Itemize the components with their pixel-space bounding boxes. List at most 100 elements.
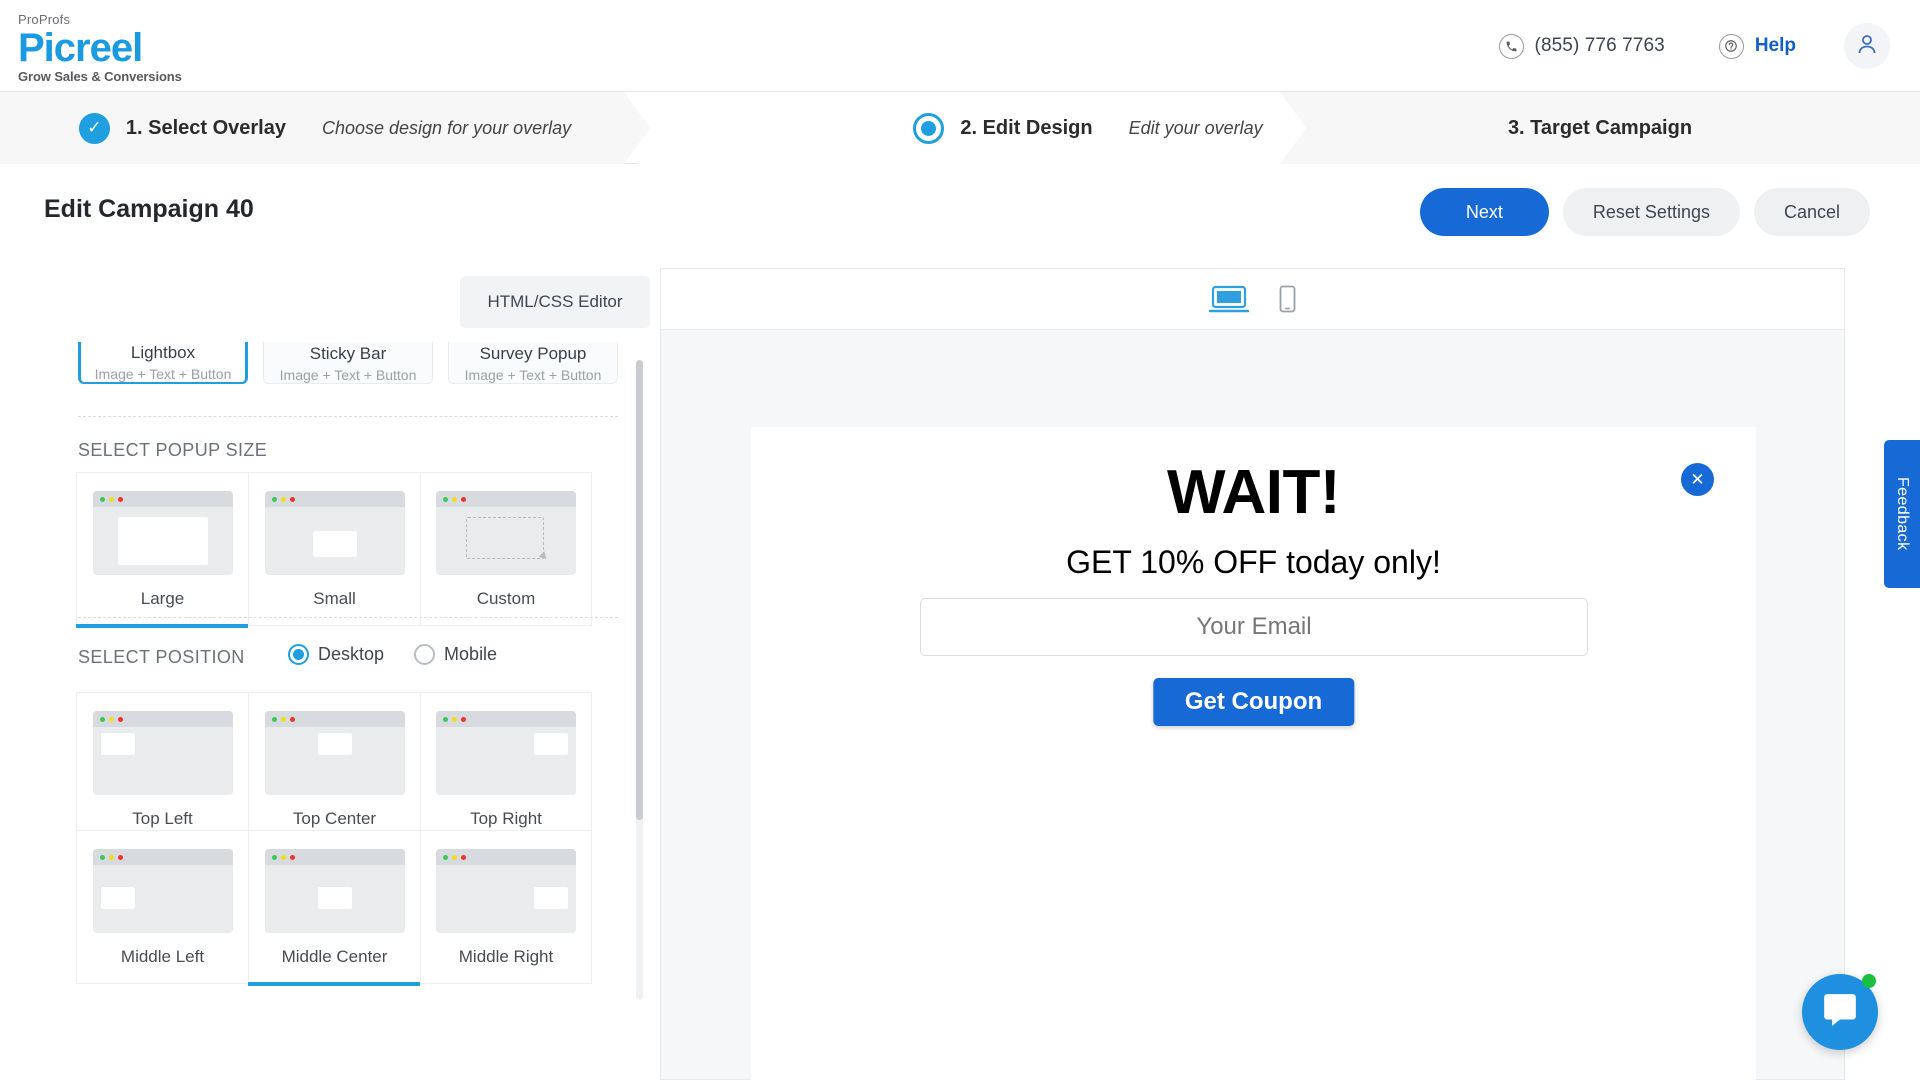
overlay-type-sticky-bar[interactable]: Sticky Bar Image + Text + Button — [263, 342, 433, 384]
help-link[interactable]: Help — [1718, 33, 1796, 59]
window-dot-green — [99, 496, 105, 502]
step-2-label: 2. Edit Design — [960, 116, 1093, 139]
step-1-description: Choose design for your overlay — [321, 117, 572, 138]
help-link-label: Help — [1754, 35, 1796, 56]
window-dot-yellow — [108, 854, 114, 860]
overlay-type-lightbox-subtitle: Image + Text + Button — [94, 366, 232, 382]
browser-chrome-bar — [436, 491, 576, 507]
popup-preview-shape — [100, 733, 135, 755]
position-middle-left[interactable]: Middle Left — [76, 830, 248, 984]
html-css-editor-button[interactable]: HTML/CSS Editor — [460, 276, 650, 328]
scrollbar-thumb[interactable] — [636, 360, 643, 820]
logo-picreel-text: Picreel — [18, 26, 143, 70]
window-dot-yellow — [280, 854, 286, 860]
mobile-view-icon[interactable] — [1279, 285, 1296, 313]
cancel-button[interactable]: Cancel — [1753, 188, 1870, 236]
position-middle-center-label: Middle Center — [281, 947, 388, 966]
overlay-type-cards: Lightbox Image + Text + Button Sticky Ba… — [78, 342, 618, 384]
step-3-label: 3. Target Campaign — [1507, 116, 1693, 139]
position-top-center[interactable]: Top Center — [248, 692, 420, 846]
window-dot-yellow — [452, 496, 457, 502]
overlay-type-sticky-bar-subtitle: Image + Text + Button — [279, 366, 417, 383]
user-avatar-icon — [1855, 32, 1879, 61]
position-middle-right[interactable]: Middle Right — [420, 830, 592, 984]
browser-chrome-bar — [436, 711, 576, 727]
position-top-right[interactable]: Top Right — [420, 692, 592, 846]
position-top-center-label: Top Center — [292, 809, 377, 828]
popup-subheadline[interactable]: GET 10% OFF today only! — [751, 544, 1756, 581]
popup-preview-shape — [117, 517, 208, 565]
popup-size-heading: SELECT POPUP SIZE — [78, 440, 268, 460]
picreel-logo[interactable]: ProProfs Picreel Grow Sales & Conversion… — [18, 12, 182, 85]
position-top-left-thumbnail — [92, 711, 233, 795]
popup-cta-button[interactable]: Get Coupon — [1152, 678, 1355, 726]
step-1-label: 1. Select Overlay — [125, 116, 286, 139]
page-title: Edit Campaign 40 — [44, 195, 254, 223]
window-dot-green — [443, 716, 448, 722]
window-dot-red — [117, 854, 123, 860]
position-middle-right-label: Middle Right — [458, 947, 554, 966]
radio-selected-icon — [288, 644, 309, 665]
position-options-row-2: Middle Left Middle Center Middle Right — [76, 830, 592, 986]
popup-size-custom-label: Custom — [476, 589, 536, 608]
logo-proprofs-text: ProProfs — [18, 12, 71, 27]
browser-chrome-bar — [436, 849, 576, 865]
window-dot-green — [271, 716, 277, 722]
stepper-step-3[interactable]: 3. Target Campaign — [1280, 92, 1920, 164]
overlay-type-survey-popup[interactable]: Survey Popup Image + Text + Button — [448, 342, 618, 384]
window-dot-yellow — [452, 854, 457, 860]
popup-size-large-label: Large — [140, 589, 185, 608]
window-dot-red — [117, 716, 123, 722]
popup-size-small[interactable]: Small — [248, 472, 420, 626]
position-top-right-label: Top Right — [470, 809, 542, 828]
device-option-desktop-label: Desktop — [318, 644, 385, 664]
divider-1 — [78, 416, 618, 417]
reset-settings-button[interactable]: Reset Settings — [1562, 188, 1740, 236]
device-radio-group: Desktop Mobile — [288, 644, 497, 665]
browser-chrome-bar — [264, 849, 405, 865]
position-top-left[interactable]: Top Left — [76, 692, 248, 846]
window-dot-green — [99, 854, 105, 860]
device-option-mobile[interactable]: Mobile — [414, 644, 497, 665]
chat-bubble-icon — [1821, 991, 1859, 1034]
popup-size-custom-thumbnail — [436, 491, 576, 575]
popup-email-input[interactable]: Your Email — [920, 598, 1588, 656]
support-phone[interactable]: (855) 776 7763 — [1498, 33, 1665, 59]
position-top-center-thumbnail — [264, 711, 405, 795]
position-middle-center[interactable]: Middle Center — [248, 830, 420, 986]
page-action-buttons: Next Reset Settings Cancel — [1419, 188, 1870, 236]
overlay-type-lightbox-title: Lightbox — [130, 343, 196, 362]
user-avatar-button[interactable] — [1844, 23, 1890, 69]
window-dot-green — [443, 854, 448, 860]
device-option-desktop[interactable]: Desktop — [288, 644, 384, 665]
settings-scroll-area[interactable]: Lightbox Image + Text + Button Sticky Ba… — [0, 342, 660, 1080]
popup-size-small-label: Small — [313, 589, 356, 608]
position-middle-left-thumbnail — [92, 849, 233, 933]
radio-filled-icon — [913, 113, 944, 144]
html-css-editor-label: HTML/CSS Editor — [487, 292, 623, 311]
browser-chrome-bar — [264, 491, 405, 507]
settings-panel-scrollbar[interactable] — [636, 360, 643, 1000]
overlay-type-lightbox[interactable]: Lightbox Image + Text + Button — [78, 342, 248, 384]
desktop-view-icon[interactable] — [1209, 284, 1249, 314]
position-middle-right-thumbnail — [436, 849, 576, 933]
window-dot-red — [289, 854, 295, 860]
feedback-tab[interactable]: Feedback — [1884, 440, 1920, 588]
popup-headline[interactable]: WAIT! — [751, 457, 1756, 528]
position-heading: SELECT POSITION — [78, 647, 245, 667]
next-button[interactable]: Next — [1419, 188, 1549, 236]
popup-size-small-thumbnail — [264, 491, 405, 575]
popup-preview-shape — [317, 733, 352, 755]
browser-chrome-bar — [92, 711, 233, 727]
window-dot-red — [461, 716, 466, 722]
position-middle-left-label: Middle Left — [120, 947, 205, 966]
stepper-step-1[interactable]: ✓ 1. Select Overlay Choose design for yo… — [0, 92, 650, 164]
popup-size-large[interactable]: Large — [76, 472, 248, 628]
question-mark-icon — [1718, 33, 1744, 59]
phone-number-text: (855) 776 7763 — [1534, 35, 1665, 56]
browser-chrome-bar — [264, 711, 405, 727]
window-dot-green — [443, 496, 448, 502]
radio-unselected-icon — [414, 644, 436, 665]
device-toggle-bar — [660, 268, 1845, 330]
popup-size-custom[interactable]: Custom — [420, 472, 592, 626]
